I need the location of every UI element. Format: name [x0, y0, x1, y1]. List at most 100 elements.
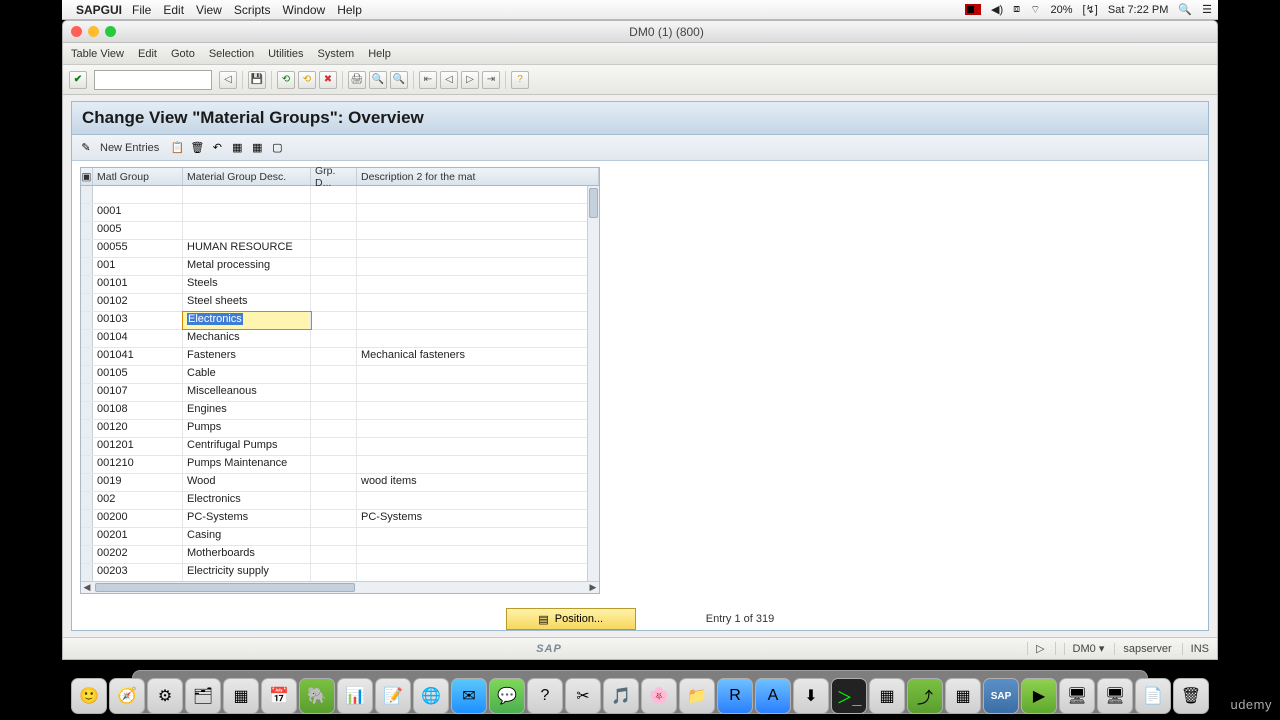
dock-sapgui-icon[interactable]: SAP [983, 678, 1019, 714]
cell-desc[interactable]: Centrifugal Pumps [183, 438, 311, 455]
mac-menu-view[interactable]: View [196, 3, 222, 17]
find-icon[interactable]: 🔍 [369, 71, 387, 89]
cell-desc[interactable]: Electronics [183, 312, 311, 329]
table-row[interactable]: 00101Steels [81, 276, 599, 294]
menu-selection[interactable]: Selection [209, 48, 254, 60]
cell-desc[interactable]: HUMAN RESOURCE [183, 240, 311, 257]
last-page-icon[interactable]: ⇥ [482, 71, 500, 89]
cell-desc[interactable] [183, 204, 311, 221]
mac-menu-scripts[interactable]: Scripts [234, 3, 271, 17]
enter-icon[interactable]: ✔ [69, 71, 87, 89]
table-row[interactable] [81, 186, 599, 204]
dock-messages-icon[interactable]: 💬 [489, 678, 525, 714]
vertical-scrollbar[interactable] [587, 186, 599, 581]
window-titlebar[interactable]: DM0 (1) (800) [63, 21, 1217, 43]
cell-desc[interactable]: Electronics [183, 492, 311, 509]
cell-desc2[interactable] [357, 222, 599, 239]
cell-desc2[interactable]: Mechanical fasteners [357, 348, 599, 365]
row-selector[interactable] [81, 384, 93, 401]
row-selector[interactable] [81, 402, 93, 419]
row-selector[interactable] [81, 420, 93, 437]
row-selector[interactable] [81, 312, 93, 329]
cell-desc[interactable]: Steels [183, 276, 311, 293]
cell-matl-group[interactable]: 00105 [93, 366, 183, 383]
find-next-icon[interactable]: 🔍 [390, 71, 408, 89]
table-row[interactable]: 002Electronics [81, 492, 599, 510]
print-icon[interactable]: 🖨 [348, 71, 366, 89]
cell-desc[interactable]: Wood [183, 474, 311, 491]
cell-grp-d[interactable] [311, 348, 357, 365]
menu-help[interactable]: Help [368, 48, 391, 60]
row-selector[interactable] [81, 204, 93, 221]
col-desc[interactable]: Material Group Desc. [183, 168, 311, 185]
next-page-icon[interactable]: ▷ [461, 71, 479, 89]
row-selector[interactable] [81, 348, 93, 365]
cell-desc2[interactable] [357, 402, 599, 419]
cell-desc[interactable]: Steel sheets [183, 294, 311, 311]
back-icon[interactable]: ⟲ [277, 71, 295, 89]
menu-edit[interactable]: Edit [138, 48, 157, 60]
cell-desc2[interactable] [357, 564, 599, 581]
row-selector[interactable] [81, 276, 93, 293]
table-row[interactable]: 0001 [81, 204, 599, 222]
cell-desc[interactable]: Motherboards [183, 546, 311, 563]
volume-icon[interactable]: ◀) [991, 3, 1003, 16]
cell-desc[interactable]: Casing [183, 528, 311, 545]
position-button[interactable]: ▤ Position... [506, 608, 636, 630]
help-icon[interactable]: ? [511, 71, 529, 89]
cell-desc[interactable]: PC-Systems [183, 510, 311, 527]
clock[interactable]: Sat 7:22 PM [1108, 4, 1169, 16]
dock-app-icon[interactable]: 🗂 [185, 678, 221, 714]
cell-grp-d[interactable] [311, 240, 357, 257]
cell-matl-group[interactable]: 00104 [93, 330, 183, 347]
minimize-icon[interactable] [88, 26, 99, 37]
save-icon[interactable]: 💾 [248, 71, 266, 89]
cell-desc2[interactable] [357, 204, 599, 221]
command-field[interactable] [94, 70, 212, 90]
cell-desc[interactable]: Pumps [183, 420, 311, 437]
cell-desc2[interactable] [357, 546, 599, 563]
table-row[interactable]: 00105Cable [81, 366, 599, 384]
cell-matl-group[interactable]: 00102 [93, 294, 183, 311]
table-row[interactable]: 001201Centrifugal Pumps [81, 438, 599, 456]
mac-menu-file[interactable]: File [132, 3, 151, 17]
cell-grp-d[interactable] [311, 474, 357, 491]
spotlight-icon[interactable]: 🔍 [1178, 3, 1192, 16]
zoom-icon[interactable] [105, 26, 116, 37]
dock-app-icon[interactable]: ? [527, 678, 563, 714]
dock-app-icon[interactable]: ▶ [1021, 678, 1057, 714]
cell-matl-group[interactable] [93, 186, 183, 203]
cell-grp-d[interactable] [311, 258, 357, 275]
cell-desc[interactable]: Pumps Maintenance [183, 456, 311, 473]
dock-app-icon[interactable]: ✂ [565, 678, 601, 714]
cell-desc[interactable]: Mechanics [183, 330, 311, 347]
dock-app-icon[interactable]: 🖥 [1097, 678, 1133, 714]
copy-as-icon[interactable]: 📋 [169, 140, 185, 156]
cell-desc2[interactable] [357, 240, 599, 257]
dock-app-icon[interactable]: ▦ [945, 678, 981, 714]
cell-grp-d[interactable] [311, 528, 357, 545]
app-name[interactable]: SAPGUI [76, 3, 122, 17]
dock-safari-icon[interactable]: 🧭 [109, 678, 145, 714]
cell-grp-d[interactable] [311, 276, 357, 293]
col-desc2[interactable]: Description 2 for the mat [357, 168, 599, 185]
row-selector[interactable] [81, 456, 93, 473]
table-row[interactable]: 00108Engines [81, 402, 599, 420]
dock-app-icon[interactable]: ▦ [869, 678, 905, 714]
dock-mail-icon[interactable]: ✉ [451, 678, 487, 714]
table-row[interactable]: 00107Miscelleanous [81, 384, 599, 402]
table-row[interactable]: 00201Casing [81, 528, 599, 546]
table-row[interactable]: 00104Mechanics [81, 330, 599, 348]
deselect-all-icon[interactable]: ▢ [269, 140, 285, 156]
cell-desc2[interactable] [357, 492, 599, 509]
table-row[interactable]: 00102Steel sheets [81, 294, 599, 312]
cell-desc[interactable]: Fasteners [183, 348, 311, 365]
row-selector[interactable] [81, 330, 93, 347]
cell-matl-group[interactable]: 00101 [93, 276, 183, 293]
screen-record-icon[interactable] [965, 4, 981, 15]
delete-icon[interactable]: 🗑 [189, 140, 205, 156]
battery-icon[interactable]: [↯] [1083, 3, 1098, 16]
cell-desc[interactable] [183, 222, 311, 239]
dock-app-icon[interactable]: 📄 [1135, 678, 1171, 714]
menu-utilities[interactable]: Utilities [268, 48, 303, 60]
